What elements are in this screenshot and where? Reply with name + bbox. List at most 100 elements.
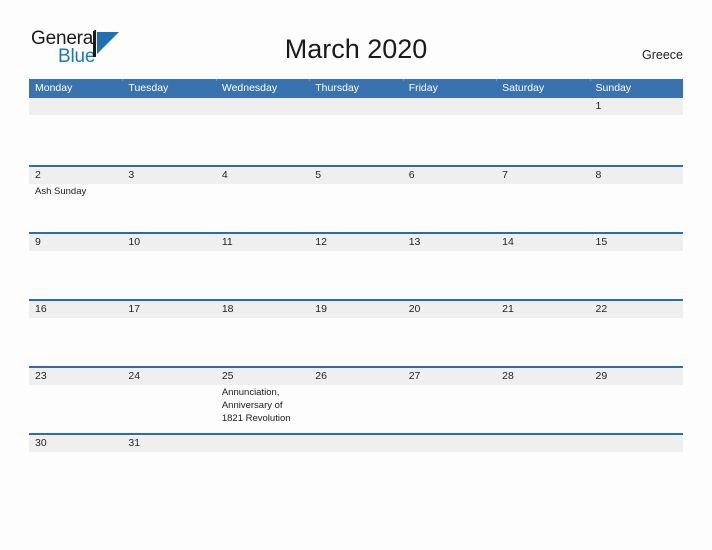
calendar-day-cell[interactable]: 12 <box>309 234 403 299</box>
weekday-header-thursday: Thursday <box>309 79 402 98</box>
calendar-day-cell[interactable]: 26 <box>309 368 403 433</box>
weekday-header-friday: Friday <box>402 79 496 98</box>
day-number-band <box>589 98 683 115</box>
day-number: 5 <box>315 169 322 181</box>
page-header: General Blue March 2020 Greece <box>0 0 712 79</box>
weekday-header-wednesday: Wednesday <box>215 79 309 98</box>
calendar-day-cell[interactable]: 16 <box>29 301 123 366</box>
calendar-week-row: 30 31 <box>29 433 683 464</box>
calendar-week-row: 9 10 11 12 13 14 15 <box>29 232 683 299</box>
calendar-day-cell[interactable]: 17 <box>122 301 216 366</box>
calendar-day-cell[interactable]: 30 <box>29 435 123 464</box>
day-number-band <box>402 167 497 184</box>
calendar-day-cell[interactable]: 23 <box>29 368 123 433</box>
calendar-day-cell[interactable]: 27 <box>402 368 497 433</box>
day-number: 23 <box>35 370 47 382</box>
day-number: 8 <box>595 169 602 181</box>
day-number-band <box>589 435 683 452</box>
calendar-page: General Blue March 2020 Greece Monday Tue… <box>0 0 712 550</box>
day-number: 29 <box>595 370 608 382</box>
triangle-logo-icon <box>93 31 123 57</box>
day-number: 16 <box>35 303 47 315</box>
calendar-day-cell[interactable]: 31 <box>122 435 216 464</box>
calendar-day-cell-empty <box>496 435 590 464</box>
calendar-week-row: 1 <box>29 98 683 165</box>
calendar-day-cell[interactable]: 11 <box>215 234 310 299</box>
calendar-day-cell[interactable]: 10 <box>122 234 216 299</box>
day-number: 15 <box>595 236 608 248</box>
calendar-week-rows: 1 2 Ash Sunday 3 4 5 6 7 8 9 10 11 12 13 14 15 16 17 18 19 2… <box>29 98 683 464</box>
calendar-day-cell-empty <box>496 98 590 165</box>
day-number: 9 <box>35 236 41 248</box>
calendar-day-cell[interactable]: 13 <box>402 234 497 299</box>
day-number: 2 <box>35 169 41 181</box>
calendar-day-cell[interactable]: 9 <box>29 234 123 299</box>
day-number: 4 <box>221 169 228 181</box>
day-number: 10 <box>128 236 141 248</box>
calendar-day-cell-empty <box>309 98 403 165</box>
calendar-day-cell-empty <box>309 435 403 464</box>
day-number: 20 <box>408 303 421 315</box>
calendar-day-cell[interactable]: 14 <box>496 234 590 299</box>
page-title: March 2020 <box>284 34 428 64</box>
logo-text-blue: Blue <box>58 46 96 67</box>
holiday-label: Annunciation, Anniversary of 1821 Revolu… <box>221 387 291 425</box>
day-number-band <box>496 167 590 184</box>
calendar-grid: Monday Tuesday Wednesday Thursday Friday Satu… <box>29 79 683 464</box>
day-number-band <box>29 234 123 251</box>
calendar-day-cell-empty <box>29 98 123 165</box>
day-number-band <box>496 98 590 115</box>
calendar-day-cell-empty <box>122 98 216 165</box>
day-number: 24 <box>128 370 141 382</box>
day-number: 25 <box>221 370 234 382</box>
generalblue-logo[interactable]: General Blue <box>31 28 127 72</box>
region-label: Greece <box>642 48 683 62</box>
day-events: Annunciation, Anniversary of 1821 Revolu… <box>222 386 305 426</box>
day-number: 6 <box>408 169 415 181</box>
day-number: 18 <box>221 303 234 315</box>
day-number: 14 <box>502 236 514 248</box>
day-number: 1 <box>595 100 602 112</box>
calendar-day-cell[interactable]: 1 <box>589 98 683 165</box>
day-number-band <box>215 167 310 184</box>
day-number: 13 <box>408 236 421 248</box>
weekday-header-sunday: Sunday <box>589 79 683 98</box>
calendar-day-cell[interactable]: 3 <box>122 167 216 232</box>
day-number: 30 <box>35 437 47 449</box>
day-number: 17 <box>128 303 141 315</box>
calendar-day-cell[interactable]: 22 <box>589 301 683 366</box>
holiday-label: Ash Sunday <box>35 186 87 197</box>
day-number-band <box>122 167 216 184</box>
day-number-band <box>402 98 497 115</box>
calendar-day-cell[interactable]: 18 <box>215 301 310 366</box>
calendar-day-cell-empty <box>215 435 310 464</box>
calendar-day-cell[interactable]: 8 <box>589 167 683 232</box>
day-number-band <box>215 435 310 452</box>
day-events: Ash Sunday <box>35 185 118 198</box>
calendar-week-row: 16 17 18 19 20 21 22 <box>29 299 683 366</box>
day-number: 12 <box>315 236 327 248</box>
calendar-day-cell[interactable]: 29 <box>589 368 683 433</box>
calendar-day-cell[interactable]: 24 <box>122 368 216 433</box>
day-number-band <box>496 435 590 452</box>
calendar-day-cell[interactable]: 15 <box>589 234 683 299</box>
day-number: 7 <box>502 169 508 181</box>
calendar-day-cell[interactable]: 6 <box>402 167 497 232</box>
day-number-band <box>309 98 403 115</box>
weekday-header-row: Monday Tuesday Wednesday Thursday Friday Satu… <box>29 79 683 98</box>
calendar-day-cell[interactable]: 2 Ash Sunday <box>29 167 123 232</box>
calendar-day-cell[interactable]: 20 <box>402 301 497 366</box>
calendar-day-cell[interactable]: 28 <box>496 368 590 433</box>
calendar-day-cell[interactable]: 5 <box>309 167 403 232</box>
day-number-band <box>29 98 123 115</box>
day-number-band <box>122 98 216 115</box>
day-number-band <box>309 167 403 184</box>
calendar-day-cell[interactable]: 25 Annunciation, Anniversary of 1821 Revo… <box>215 368 310 433</box>
calendar-day-cell[interactable]: 21 <box>496 301 590 366</box>
calendar-day-cell[interactable]: 7 <box>496 167 590 232</box>
calendar-day-cell[interactable]: 19 <box>309 301 403 366</box>
calendar-day-cell-empty <box>215 98 310 165</box>
day-number: 31 <box>128 437 141 449</box>
calendar-day-cell-empty <box>589 435 683 464</box>
calendar-day-cell[interactable]: 4 <box>215 167 310 232</box>
